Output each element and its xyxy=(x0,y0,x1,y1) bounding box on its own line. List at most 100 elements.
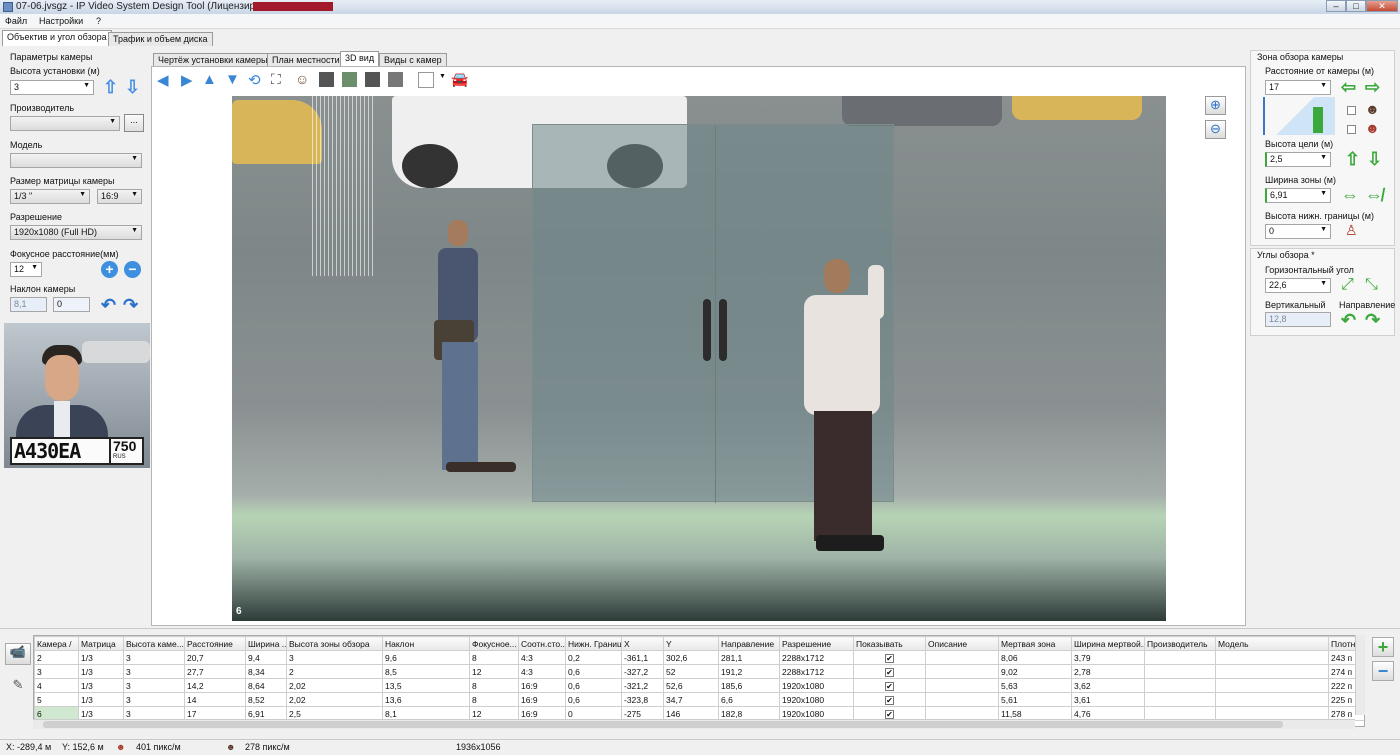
arrow-up-icon[interactable]: ⇧ xyxy=(1345,150,1360,168)
show-checkbox-cell[interactable]: ✔ xyxy=(853,650,926,665)
horizontal-combo[interactable]: 22,6 ▼ xyxy=(1265,278,1331,293)
collapse-angle-icon[interactable]: ⤡ xyxy=(1365,276,1378,294)
table-cell[interactable]: 1/3 xyxy=(78,650,124,665)
car-icon[interactable]: 🚘 xyxy=(451,71,468,88)
rotate-left-icon[interactable]: ↶ xyxy=(101,296,116,314)
tab-lens-angle[interactable]: Объектив и угол обзора xyxy=(2,30,112,46)
table-cell[interactable]: 8,5 xyxy=(382,664,470,679)
pan-left-icon[interactable]: ◀ xyxy=(157,71,169,89)
show-checkbox-cell[interactable]: ✔ xyxy=(853,678,926,693)
column-header[interactable]: Разрешение xyxy=(779,636,854,651)
vertical-scrollbar[interactable] xyxy=(1355,635,1365,715)
distance-combo[interactable]: 17 ▼ xyxy=(1265,80,1331,95)
table-cell[interactable]: 4 xyxy=(34,678,79,693)
table-cell[interactable]: 4:3 xyxy=(518,650,566,665)
table-cell[interactable]: 9,6 xyxy=(382,650,470,665)
column-header[interactable]: Фокусное... xyxy=(469,636,519,651)
lower-bound-combo[interactable]: 0 ▼ xyxy=(1265,224,1331,239)
narrow-icon[interactable]: ⇎ xyxy=(1365,186,1383,204)
table-cell[interactable]: 8 xyxy=(469,650,519,665)
rotate-view-icon[interactable]: ⟲ xyxy=(248,71,261,89)
zoom-out-icon[interactable]: ⊖ xyxy=(1205,120,1226,139)
arrow-up-icon[interactable]: ⇧ xyxy=(103,78,118,96)
show-checkbox[interactable]: ✔ xyxy=(885,695,894,705)
table-cell[interactable]: 13,5 xyxy=(382,678,470,693)
table-cell[interactable]: 3,62 xyxy=(1071,678,1145,693)
color-picker-icon[interactable] xyxy=(418,72,434,88)
column-header[interactable]: Ширина мертвой... xyxy=(1071,636,1145,651)
zoom-in-icon[interactable]: ⊕ xyxy=(1205,96,1226,115)
table-cell[interactable]: 8,06 xyxy=(998,650,1072,665)
manufacturer-combo[interactable]: ▼ xyxy=(10,116,120,131)
horizontal-scrollbar[interactable] xyxy=(33,719,1355,729)
table-cell[interactable]: 1/3 xyxy=(78,692,124,707)
camera-icon[interactable]: 📹 xyxy=(5,643,31,665)
table-cell[interactable]: -327,2 xyxy=(621,664,664,679)
column-header[interactable]: Производитель xyxy=(1144,636,1216,651)
table-cell[interactable] xyxy=(1215,678,1329,693)
table-cell[interactable]: 2,78 xyxy=(1071,664,1145,679)
column-header[interactable]: Высота каме... xyxy=(123,636,185,651)
table-cell[interactable]: 3,61 xyxy=(1071,692,1145,707)
tilt-field[interactable]: 8,1 xyxy=(10,297,47,312)
table-cell[interactable]: 16:9 xyxy=(518,678,566,693)
column-header[interactable]: Мертвая зона xyxy=(998,636,1072,651)
table-cell[interactable]: 1920x1080 xyxy=(779,678,854,693)
add-camera-button[interactable]: + xyxy=(1372,637,1394,657)
table-cell[interactable] xyxy=(1144,678,1216,693)
table-cell[interactable]: 8,52 xyxy=(245,692,287,707)
checkbox-person2[interactable] xyxy=(1347,125,1356,134)
zone-width-combo[interactable]: 6,91 ▼ xyxy=(1265,188,1331,203)
tab-camera-views[interactable]: Виды с камер xyxy=(379,53,447,67)
column-header[interactable]: Y xyxy=(663,636,719,651)
menu-file[interactable]: Файл xyxy=(5,16,27,26)
table-row[interactable]: 4 1/3 3 14,2 8,64 2,02 13,5 8 16:9 0,6 -321,2 52,6 1… xyxy=(34,678,1364,693)
show-checkbox[interactable]: ✔ xyxy=(885,667,894,677)
remove-camera-button[interactable]: − xyxy=(1372,661,1394,681)
table-cell[interactable]: 2 xyxy=(34,650,79,665)
pan-field[interactable]: 0 xyxy=(53,297,90,312)
table-cell[interactable]: 8,34 xyxy=(245,664,287,679)
arrow-left-icon[interactable]: ⇦ xyxy=(1341,78,1356,96)
column-header[interactable]: Соотн.сто... xyxy=(518,636,566,651)
column-header[interactable]: Камера / xyxy=(34,636,79,651)
pan-down-icon[interactable]: ▼ xyxy=(225,71,240,88)
table-cell[interactable]: 9,4 xyxy=(245,650,287,665)
table-cell[interactable]: -323,8 xyxy=(621,692,664,707)
table-cell[interactable]: 2288x1712 xyxy=(779,664,854,679)
table-cell[interactable]: 8 xyxy=(469,692,519,707)
focal-combo[interactable]: 12 ▼ xyxy=(10,262,42,277)
table-cell[interactable]: 302,6 xyxy=(663,650,719,665)
zoom-in-icon[interactable]: + xyxy=(101,261,118,278)
table-cell[interactable]: 3,79 xyxy=(1071,650,1145,665)
arrow-right-icon[interactable]: ⇨ xyxy=(1365,78,1380,96)
table-cell[interactable] xyxy=(1144,664,1216,679)
table-cell[interactable]: 52,6 xyxy=(663,678,719,693)
table-cell[interactable]: 3 xyxy=(123,650,185,665)
table-cell[interactable]: 3 xyxy=(123,678,185,693)
model-combo[interactable]: ▼ xyxy=(10,153,142,168)
table-cell[interactable]: 3 xyxy=(123,664,185,679)
table-cell[interactable]: 27,7 xyxy=(184,664,246,679)
column-header[interactable]: Модель xyxy=(1215,636,1329,651)
menu-settings[interactable]: Настройки xyxy=(39,16,83,26)
column-header[interactable]: Нижн. Граница xyxy=(565,636,622,651)
tab-site-plan[interactable]: План местности xyxy=(267,53,345,67)
rotate-right-icon[interactable]: ↷ xyxy=(1365,311,1380,329)
brush-icon[interactable]: ✎ xyxy=(5,677,31,699)
table-cell[interactable]: 34,7 xyxy=(663,692,719,707)
table-cell[interactable]: 5,63 xyxy=(998,678,1072,693)
table-cell[interactable]: 2,02 xyxy=(286,678,383,693)
chevron-down-icon[interactable]: ▼ xyxy=(439,73,446,80)
table-cell[interactable] xyxy=(925,678,999,693)
column-header[interactable]: Матрица xyxy=(78,636,124,651)
table-cell[interactable]: 16:9 xyxy=(518,692,566,707)
table-cell[interactable]: 0,2 xyxy=(565,650,622,665)
tab-camera-drawing[interactable]: Чертёж установки камеры xyxy=(153,53,273,67)
tab-traffic-disk[interactable]: Трафик и объем диска xyxy=(108,32,213,46)
table-cell[interactable]: 191,2 xyxy=(718,664,780,679)
scroll-thumb[interactable] xyxy=(43,721,1283,728)
person-icon[interactable]: ☺ xyxy=(295,71,309,87)
arrow-down-icon[interactable]: ⇩ xyxy=(1367,150,1382,168)
widen-icon[interactable]: ⇔ xyxy=(1341,186,1359,204)
